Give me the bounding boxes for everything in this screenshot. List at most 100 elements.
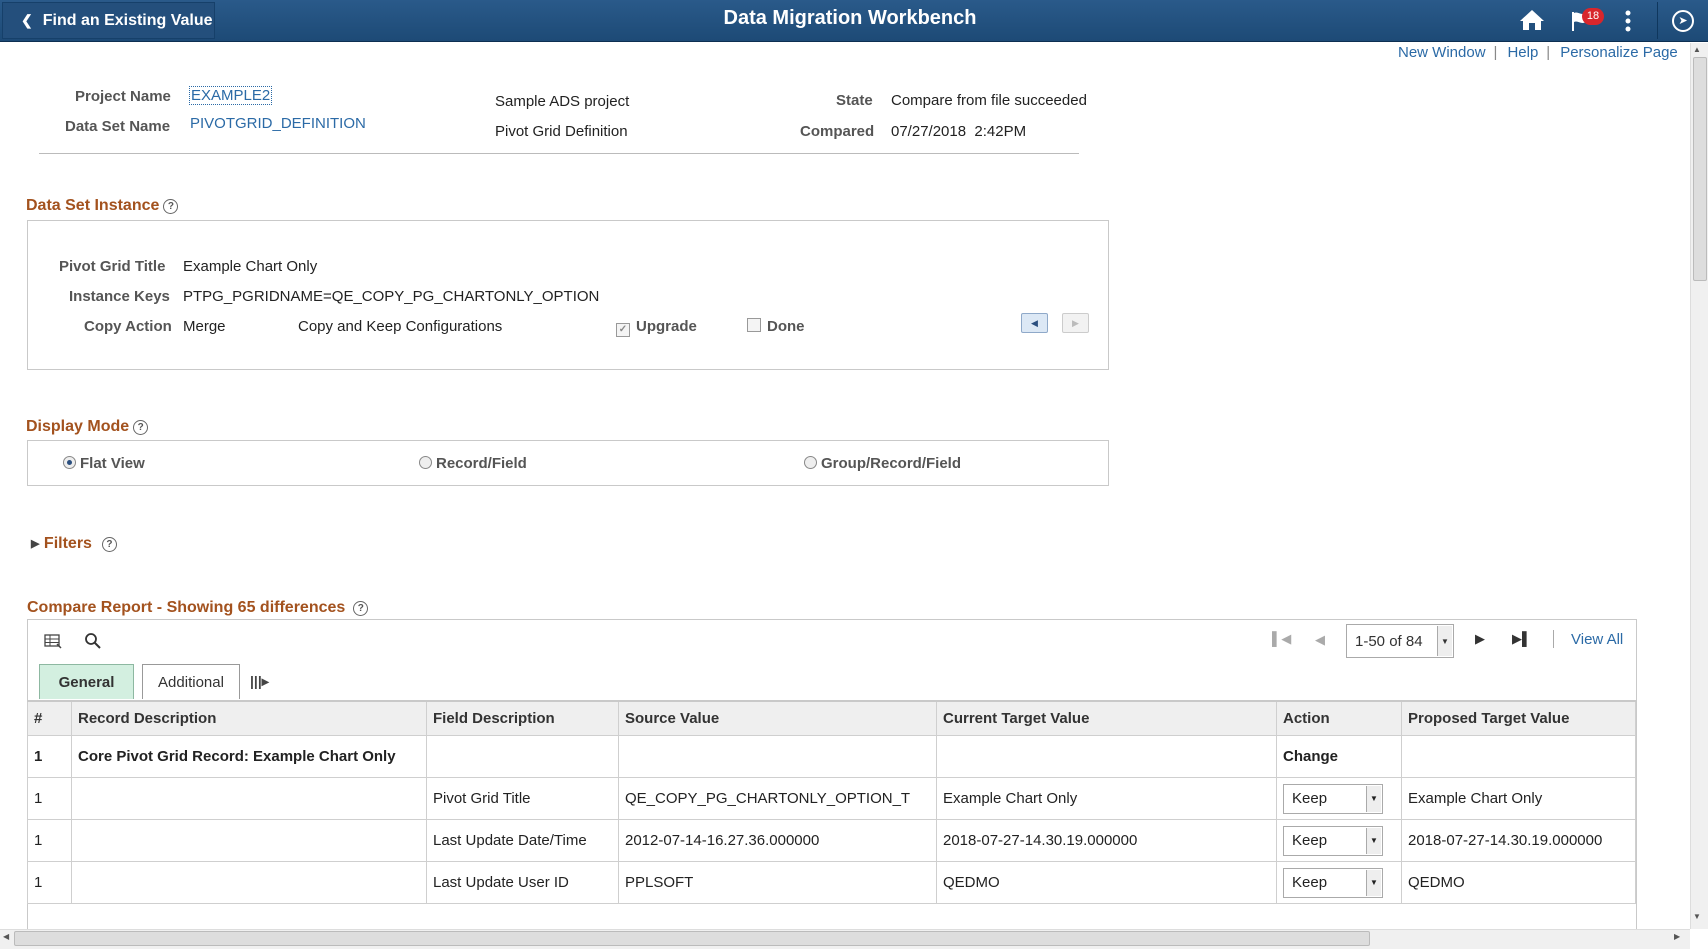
compared-label: Compared [800,123,875,140]
row-number: 1 [27,819,72,862]
scroll-left-icon[interactable]: ◀ [3,932,9,941]
row-number: 1 [27,735,72,778]
instance-keys-value: PTPG_PGRIDNAME=QE_COPY_PG_CHARTONLY_OPTI… [183,288,600,305]
help-icon[interactable]: ? [133,420,149,435]
view-all-link[interactable]: View All [1571,631,1623,648]
proposed-target-value [1401,735,1636,778]
upgrade-label: Upgrade [636,318,697,335]
compare-report-table: # Record Description Field Description S… [27,700,1636,904]
radio-flat-view[interactable]: Flat View [63,455,145,472]
scroll-up-icon[interactable]: ▲ [1693,45,1701,54]
copy-action-value: Merge [183,318,226,335]
upgrade-checkbox[interactable]: ✓ Upgrade [616,318,697,337]
previous-instance-button[interactable]: ◀ [1021,313,1048,333]
compare-report-heading: Compare Report - Showing 65 differences? [27,599,369,617]
action-select-value: Keep [1292,790,1328,807]
column-header: Current Target Value [936,700,1277,736]
pagination-value: 1-50 of 84 [1355,632,1423,650]
done-label: Done [767,318,805,335]
pagination-divider [1553,630,1554,648]
previous-page-icon[interactable]: ◀ [1315,632,1325,648]
radio-selected-icon [63,456,76,469]
record-description [71,861,427,904]
column-header: Field Description [426,700,619,736]
page-title: Data Migration Workbench [723,7,977,29]
tab-general[interactable]: General [39,664,134,699]
horizontal-scrollbar-thumb[interactable] [14,931,1370,946]
row-number: 1 [27,777,72,820]
help-icon[interactable]: ? [353,601,369,616]
filters-toggle[interactable]: ▶ Filters? [31,535,117,553]
radio-label: Flat View [80,455,145,472]
action-select[interactable]: Keep ▼ [1283,825,1383,856]
search-icon[interactable] [84,632,102,650]
source-value: 2012-07-14-16.27.36.000000 [618,819,937,862]
personalize-page-link[interactable]: Personalize Page [1560,44,1678,61]
current-target-value: Example Chart Only [936,777,1277,820]
navbar-button[interactable]: ➤ [1657,2,1708,39]
compared-value: 07/27/2018 2:42PM [891,123,1027,140]
table-row: 1 Pivot Grid Title QE_COPY_PG_CHARTONLY_… [27,777,1636,820]
help-link[interactable]: Help [1507,44,1538,61]
checkmark-icon: ✓ [616,323,630,337]
column-header: # [27,700,72,736]
data-set-name-link[interactable]: PIVOTGRID_DEFINITION [190,115,366,132]
data-set-instance-heading: Data Set Instance? [26,197,179,215]
first-page-icon[interactable]: ▌◀ [1272,631,1291,647]
action-select-value: Keep [1292,874,1328,891]
radio-group-record-field[interactable]: Group/Record/Field [804,455,961,472]
scroll-down-icon[interactable]: ▼ [1693,912,1701,921]
pagination-select[interactable]: 1-50 of 84 ▼ [1346,624,1454,658]
next-instance-button[interactable]: ▶ [1062,313,1089,333]
record-description: Core Pivot Grid Record: Example Chart On… [71,735,427,778]
column-header: Record Description [71,700,427,736]
vertical-scrollbar-thumb[interactable] [1693,57,1707,281]
checkbox-icon [747,318,761,332]
action-value: Change [1276,735,1402,778]
column-header: Action [1276,700,1402,736]
project-name-link[interactable]: EXAMPLE2 [189,86,273,105]
state-label: State [836,92,873,109]
current-target-value [936,735,1277,778]
personalize-grid-icon[interactable] [44,633,62,649]
done-checkbox[interactable]: Done [747,318,805,335]
proposed-target-value: QEDMO [1401,861,1636,904]
column-header: Proposed Target Value [1401,700,1636,736]
radio-label: Group/Record/Field [821,455,962,472]
copy-action-label: Copy Action [84,318,172,335]
project-description: Sample ADS project [495,93,630,110]
navbar-compass-icon: ➤ [1672,9,1694,32]
field-description: Pivot Grid Title [426,777,619,820]
display-mode-heading: Display Mode? [26,418,149,436]
radio-record-field[interactable]: Record/Field [419,455,527,472]
display-mode-title: Display Mode [26,418,130,435]
table-row: 1 Last Update Date/Time 2012-07-14-16.27… [27,819,1636,862]
notification-count-badge: 18 [1582,8,1604,25]
row-number: 1 [27,861,72,904]
source-value [618,735,937,778]
more-actions-icon[interactable] [1624,9,1632,33]
show-all-columns-icon[interactable]: |||▸ [250,673,269,690]
next-page-icon[interactable]: ▶ [1475,631,1485,647]
new-window-link[interactable]: New Window [1398,44,1486,61]
help-icon[interactable]: ? [101,537,117,552]
tab-additional[interactable]: Additional [142,664,240,699]
link-separator: | [1546,44,1551,61]
last-page-icon[interactable]: ▶▌ [1512,631,1531,647]
data-set-name-label: Data Set Name [65,118,171,135]
scroll-right-icon[interactable]: ▶ [1674,932,1680,941]
action-select[interactable]: Keep ▼ [1283,783,1383,814]
header-divider [39,153,1079,154]
action-cell: Keep ▼ [1276,819,1402,862]
proposed-target-value: Example Chart Only [1401,777,1636,820]
home-icon[interactable] [1519,8,1545,32]
source-value: PPLSOFT [618,861,937,904]
help-icon[interactable]: ? [163,199,179,214]
record-description [71,777,427,820]
radio-unselected-icon [804,456,817,469]
table-header-row: # Record Description Field Description S… [27,700,1636,736]
action-select[interactable]: Keep ▼ [1283,867,1383,898]
data-set-description: Pivot Grid Definition [495,123,628,140]
state-value: Compare from file succeeded [891,92,1087,109]
dropdown-arrow-icon: ▼ [1366,869,1381,896]
